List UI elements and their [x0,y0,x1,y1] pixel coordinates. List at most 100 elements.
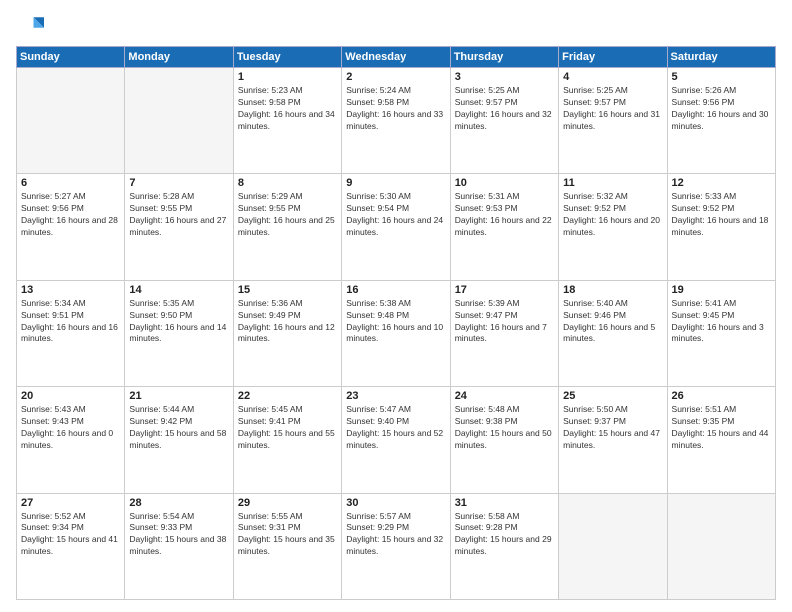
calendar-cell: 27 Sunrise: 5:52 AMSunset: 9:34 PMDayligh… [17,493,125,599]
day-info: Sunrise: 5:58 AMSunset: 9:28 PMDaylight:… [455,511,554,559]
calendar-cell: 12 Sunrise: 5:33 AMSunset: 9:52 PMDayligh… [667,174,775,280]
day-header-saturday: Saturday [667,47,775,68]
day-number: 8 [238,177,337,189]
day-info: Sunrise: 5:55 AMSunset: 9:31 PMDaylight:… [238,511,337,559]
day-info: Sunrise: 5:35 AMSunset: 9:50 PMDaylight:… [129,298,228,346]
day-header-sunday: Sunday [17,47,125,68]
day-info: Sunrise: 5:57 AMSunset: 9:29 PMDaylight:… [346,511,445,559]
day-number: 10 [455,177,554,189]
day-number: 18 [563,284,662,296]
day-info: Sunrise: 5:27 AMSunset: 9:56 PMDaylight:… [21,191,120,239]
day-info: Sunrise: 5:34 AMSunset: 9:51 PMDaylight:… [21,298,120,346]
day-number: 13 [21,284,120,296]
day-number: 17 [455,284,554,296]
day-info: Sunrise: 5:25 AMSunset: 9:57 PMDaylight:… [563,85,662,133]
day-number: 7 [129,177,228,189]
day-number: 23 [346,390,445,402]
day-info: Sunrise: 5:23 AMSunset: 9:58 PMDaylight:… [238,85,337,133]
day-number: 22 [238,390,337,402]
day-number: 14 [129,284,228,296]
day-info: Sunrise: 5:38 AMSunset: 9:48 PMDaylight:… [346,298,445,346]
calendar-cell: 31 Sunrise: 5:58 AMSunset: 9:28 PMDayligh… [450,493,558,599]
calendar-cell: 7Sunrise: 5:28 AMSunset: 9:55 PMDaylight… [125,174,233,280]
day-info: Sunrise: 5:48 AMSunset: 9:38 PMDaylight:… [455,404,554,452]
calendar-cell: 18 Sunrise: 5:40 AMSunset: 9:46 PMDayligh… [559,280,667,386]
day-info: Sunrise: 5:44 AMSunset: 9:42 PMDaylight:… [129,404,228,452]
day-info: Sunrise: 5:43 AMSunset: 9:43 PMDaylight:… [21,404,120,452]
day-number: 1 [238,71,337,83]
day-number: 26 [672,390,771,402]
day-number: 3 [455,71,554,83]
calendar-cell: 3 Sunrise: 5:25 AMSunset: 9:57 PMDaylight… [450,68,558,174]
day-number: 12 [672,177,771,189]
day-info: Sunrise: 5:51 AMSunset: 9:35 PMDaylight:… [672,404,771,452]
day-number: 31 [455,497,554,509]
day-info: Sunrise: 5:26 AMSunset: 9:56 PMDaylight:… [672,85,771,133]
calendar-cell: 15Sunrise: 5:36 AMSunset: 9:49 PMDayligh… [233,280,341,386]
day-info: Sunrise: 5:30 AMSunset: 9:54 PMDaylight:… [346,191,445,239]
day-number: 20 [21,390,120,402]
calendar-cell: 13 Sunrise: 5:34 AMSunset: 9:51 PMDayligh… [17,280,125,386]
calendar-cell [17,68,125,174]
day-info: Sunrise: 5:31 AMSunset: 9:53 PMDaylight:… [455,191,554,239]
calendar-cell: 26 Sunrise: 5:51 AMSunset: 9:35 PMDayligh… [667,387,775,493]
day-number: 6 [21,177,120,189]
day-info: Sunrise: 5:33 AMSunset: 9:52 PMDaylight:… [672,191,771,239]
calendar-cell: 25Sunrise: 5:50 AMSunset: 9:37 PMDayligh… [559,387,667,493]
day-info: Sunrise: 5:41 AMSunset: 9:45 PMDaylight:… [672,298,771,346]
calendar-cell: 30 Sunrise: 5:57 AMSunset: 9:29 PMDayligh… [342,493,450,599]
calendar-cell: 10 Sunrise: 5:31 AMSunset: 9:53 PMDayligh… [450,174,558,280]
day-number: 19 [672,284,771,296]
day-number: 28 [129,497,228,509]
logo-icon [16,12,44,40]
day-number: 24 [455,390,554,402]
calendar-cell: 20 Sunrise: 5:43 AMSunset: 9:43 PMDayligh… [17,387,125,493]
day-info: Sunrise: 5:40 AMSunset: 9:46 PMDaylight:… [563,298,662,346]
day-info: Sunrise: 5:25 AMSunset: 9:57 PMDaylight:… [455,85,554,133]
day-number: 9 [346,177,445,189]
day-info: Sunrise: 5:32 AMSunset: 9:52 PMDaylight:… [563,191,662,239]
calendar-cell: 28 Sunrise: 5:54 AMSunset: 9:33 PMDayligh… [125,493,233,599]
day-number: 25 [563,390,662,402]
day-info: Sunrise: 5:54 AMSunset: 9:33 PMDaylight:… [129,511,228,559]
calendar-cell: 2Sunrise: 5:24 AMSunset: 9:58 PMDaylight… [342,68,450,174]
calendar-cell [125,68,233,174]
calendar-cell: 19 Sunrise: 5:41 AMSunset: 9:45 PMDayligh… [667,280,775,386]
day-info: Sunrise: 5:47 AMSunset: 9:40 PMDaylight:… [346,404,445,452]
calendar-cell: 24 Sunrise: 5:48 AMSunset: 9:38 PMDayligh… [450,387,558,493]
day-info: Sunrise: 5:52 AMSunset: 9:34 PMDaylight:… [21,511,120,559]
calendar-cell [559,493,667,599]
day-header-friday: Friday [559,47,667,68]
calendar-cell: 16Sunrise: 5:38 AMSunset: 9:48 PMDayligh… [342,280,450,386]
day-number: 4 [563,71,662,83]
calendar-body: 1 Sunrise: 5:23 AMSunset: 9:58 PMDaylight… [17,68,776,600]
header [16,12,776,40]
calendar-cell: 14 Sunrise: 5:35 AMSunset: 9:50 PMDayligh… [125,280,233,386]
day-number: 15 [238,284,337,296]
calendar-cell: 8Sunrise: 5:29 AMSunset: 9:55 PMDaylight… [233,174,341,280]
day-number: 30 [346,497,445,509]
calendar-cell: 5 Sunrise: 5:26 AMSunset: 9:56 PMDaylight… [667,68,775,174]
week-row-4: 27 Sunrise: 5:52 AMSunset: 9:34 PMDayligh… [17,493,776,599]
calendar-cell: 9 Sunrise: 5:30 AMSunset: 9:54 PMDaylight… [342,174,450,280]
week-row-2: 13 Sunrise: 5:34 AMSunset: 9:51 PMDayligh… [17,280,776,386]
calendar-cell: 11 Sunrise: 5:32 AMSunset: 9:52 PMDayligh… [559,174,667,280]
calendar-cell: 4 Sunrise: 5:25 AMSunset: 9:57 PMDaylight… [559,68,667,174]
day-header-wednesday: Wednesday [342,47,450,68]
day-number: 27 [21,497,120,509]
day-number: 29 [238,497,337,509]
header-row: SundayMondayTuesdayWednesdayThursdayFrid… [17,47,776,68]
week-row-1: 6 Sunrise: 5:27 AMSunset: 9:56 PMDaylight… [17,174,776,280]
page: SundayMondayTuesdayWednesdayThursdayFrid… [0,0,792,612]
calendar-cell: 17Sunrise: 5:39 AMSunset: 9:47 PMDayligh… [450,280,558,386]
day-header-monday: Monday [125,47,233,68]
day-header-thursday: Thursday [450,47,558,68]
calendar-cell: 22 Sunrise: 5:45 AMSunset: 9:41 PMDayligh… [233,387,341,493]
calendar-cell: 21Sunrise: 5:44 AMSunset: 9:42 PMDayligh… [125,387,233,493]
day-number: 11 [563,177,662,189]
calendar-header: SundayMondayTuesdayWednesdayThursdayFrid… [17,47,776,68]
logo [16,12,48,40]
day-number: 5 [672,71,771,83]
calendar-cell: 6 Sunrise: 5:27 AMSunset: 9:56 PMDaylight… [17,174,125,280]
day-info: Sunrise: 5:45 AMSunset: 9:41 PMDaylight:… [238,404,337,452]
